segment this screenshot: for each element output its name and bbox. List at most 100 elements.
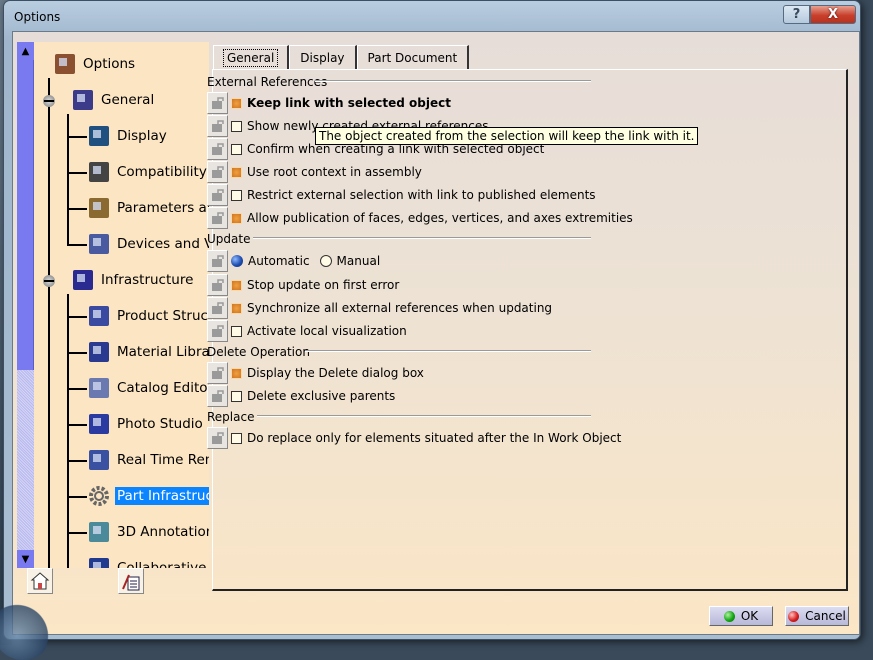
option-label: Use root context in assembly [247,165,422,179]
tree-item-product-structu[interactable]: Product Structu [87,302,209,330]
option-row: Do replace only for elements situated af… [207,427,621,449]
tree-item-devices-and-virt[interactable]: Devices and Virt [87,230,209,258]
photo-studio-icon [87,412,111,436]
close-button[interactable]: X [810,5,856,24]
checkbox[interactable] [231,279,242,291]
group-separator [315,80,591,82]
checkbox[interactable] [231,120,242,132]
automatic-radio[interactable] [231,255,243,267]
tab-display[interactable]: Display [289,45,357,69]
home-tools-icon [30,572,50,590]
lock-icon[interactable] [207,161,228,183]
tree-item-part-infrastructu[interactable]: Part Infrastructu [87,482,209,510]
delete-operation-group-title: Delete Operation [207,345,310,359]
compatibility-icon [87,160,111,184]
gear-icon [87,484,111,508]
tree-item-compatibility[interactable]: Compatibility [87,158,209,186]
update-mode-row: Automatic Manual [207,250,380,272]
tree-item-parameters-and[interactable]: Parameters and [87,194,209,222]
checkbox[interactable] [231,325,242,337]
tree-item-collaborative-i[interactable]: Collaborative I [87,554,209,568]
option-label: Delete exclusive parents [247,389,396,403]
export-options-button[interactable] [118,568,144,594]
tab-part-document[interactable]: Part Document [356,45,470,69]
checkbox[interactable] [231,302,242,314]
checkbox[interactable] [231,97,242,109]
tree-line [67,294,69,568]
checkbox[interactable] [231,189,242,201]
options-dialog: Options ? X ▲ ▼ Options General Display Com… [0,0,861,660]
option-label: Activate local visualization [247,324,407,338]
checkbox[interactable] [231,166,242,178]
checkbox[interactable] [231,367,242,379]
options-tree: ▲ ▼ Options General Display Compatibility Pa… [17,42,209,568]
checkbox[interactable] [231,143,242,155]
option-label: Display the Delete dialog box [247,366,424,380]
catia-logo-earth [0,600,53,660]
checkbox[interactable] [231,432,242,444]
tab-general[interactable]: General [213,45,290,70]
real-time-render-icon [87,448,111,472]
lock-icon[interactable] [207,297,228,319]
lock-icon[interactable] [207,320,228,342]
collapse-infrastructure-toggle[interactable] [43,275,55,287]
tree-connector [69,244,87,246]
material-library-icon [87,340,111,364]
lock-icon[interactable] [207,92,228,114]
devices-hand-icon [87,232,111,256]
tree-item-real-time-rende[interactable]: Real Time Rende [87,446,209,474]
tree-item-photo-studio[interactable]: Photo Studio [87,410,205,438]
update-group-title: Update [207,232,251,246]
lock-icon[interactable] [207,274,228,296]
replace-group-title: Replace [207,410,255,424]
tree-connector [69,316,87,318]
display-monitor-icon [87,124,111,148]
help-button[interactable]: ? [783,5,810,24]
option-row: Activate local visualization [207,320,407,342]
scroll-down-button[interactable]: ▼ [17,550,34,568]
tree-line [67,114,69,246]
tree-item-3d-annotations[interactable]: 3D Annotations [87,518,209,546]
cancel-red-icon [788,610,800,622]
collapse-general-toggle[interactable] [43,95,55,107]
lock-icon[interactable] [207,385,228,407]
group-separator [257,415,591,417]
checkbox[interactable] [231,390,242,402]
scroll-thumb[interactable] [17,60,34,370]
option-label: Stop update on first error [247,278,400,292]
catalog-editor-icon [87,376,111,400]
option-row: Synchronize all external references when… [207,297,552,319]
lock-icon[interactable] [207,207,228,229]
checkbox[interactable] [231,212,242,224]
tree-item-general[interactable]: General [71,86,156,114]
option-row: Display the Delete dialog box [207,362,424,384]
manual-radio[interactable] [319,255,332,267]
tree-item-catalog-editor[interactable]: Catalog Editor [87,374,209,402]
lock-icon[interactable] [207,362,228,384]
lock-icon[interactable] [207,115,228,137]
lock-icon[interactable] [207,138,228,160]
tree-item-options[interactable]: Options [53,50,137,78]
tree-scrollbar[interactable]: ▲ ▼ [17,42,34,568]
tree-connector [69,352,87,354]
tree-item-display[interactable]: Display [87,122,169,150]
scroll-up-button[interactable]: ▲ [17,42,34,60]
option-row: Restrict external selection with link to… [207,184,596,206]
group-separator [253,237,591,239]
options-tools-icon [53,52,77,76]
tree-item-material-library[interactable]: Material Library [87,338,209,366]
cancel-button[interactable]: Cancel [785,606,849,626]
tree-item-infrastructure[interactable]: Infrastructure [71,266,195,294]
manual-label: Manual [336,254,381,268]
option-row: Delete exclusive parents [207,385,395,407]
document-tools-icon [122,574,140,591]
lock-icon[interactable] [207,184,228,206]
lock-icon[interactable] [207,250,228,272]
ok-button[interactable]: OK [709,606,773,626]
reset-options-button[interactable] [27,568,53,594]
tree-connector [69,208,87,210]
ok-green-icon [723,610,735,622]
group-separator [305,350,591,352]
lock-icon[interactable] [207,427,228,449]
external-references-group-title: External References [207,75,328,89]
